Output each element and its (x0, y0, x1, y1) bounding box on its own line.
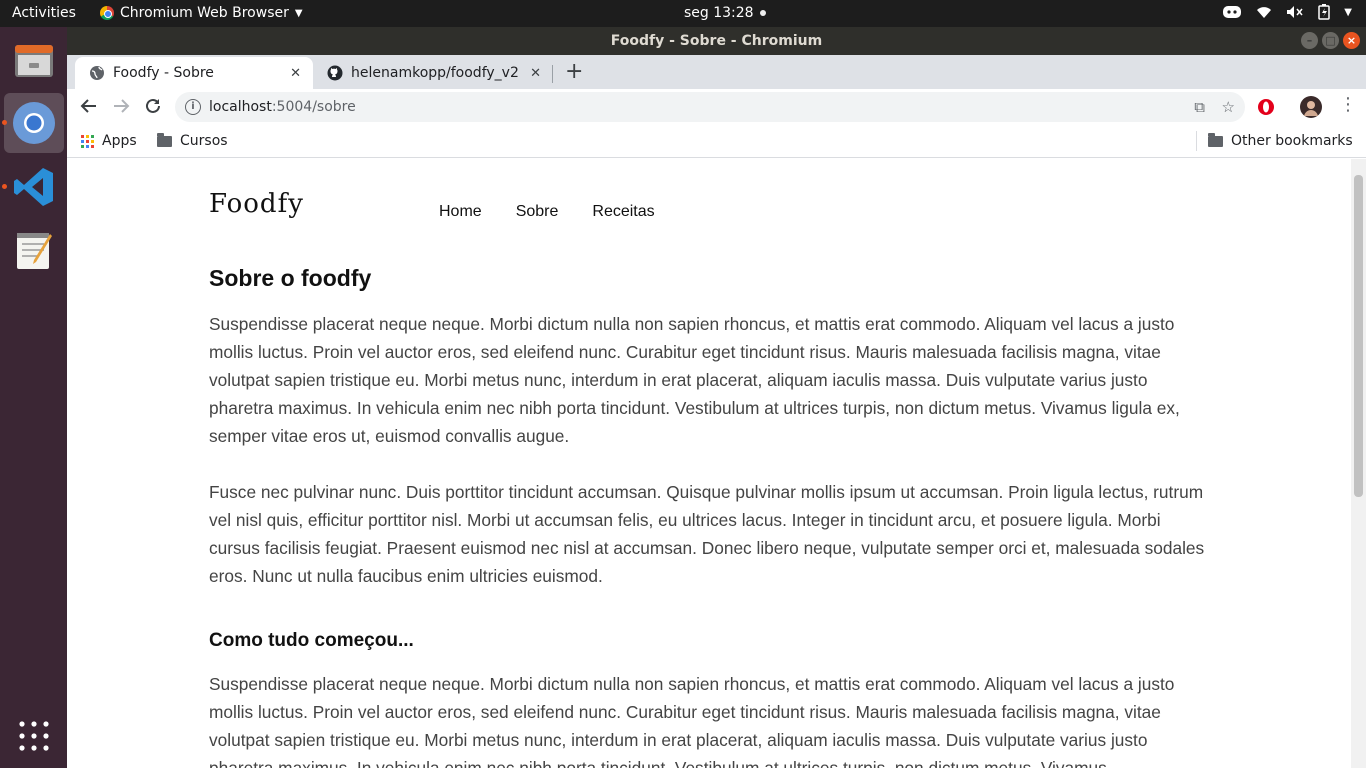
nav-link-home[interactable]: Home (439, 203, 482, 221)
dock-files[interactable] (4, 31, 64, 91)
kebab-menu-icon[interactable]: ⋮ (1339, 94, 1357, 115)
back-arrow-icon[interactable] (80, 97, 98, 115)
about-content: Sobre o foodfy Suspendisse placerat nequ… (209, 265, 1209, 768)
notification-dot-icon (759, 10, 766, 16)
site-logo[interactable]: Foodfy (209, 189, 304, 219)
activities-button[interactable]: Activities (12, 5, 76, 21)
tab-label: helenamkopp/foodfy_v2 (351, 65, 519, 81)
battery-charging-icon[interactable] (1318, 4, 1331, 20)
address-bar[interactable]: i localhost:5004/sobre ⧉ ☆ (175, 92, 1245, 122)
avatar[interactable] (1300, 96, 1322, 118)
page-viewport: Foodfy Home Sobre Receitas Sobre o foodf… (67, 159, 1366, 768)
bookmark-label: Apps (102, 133, 137, 149)
url-host: localhost (209, 99, 272, 115)
about-paragraph-1: Suspendisse placerat neque neque. Morbi … (209, 314, 1180, 446)
volume-muted-icon[interactable] (1286, 5, 1304, 19)
apps-grid-icon (81, 134, 94, 148)
chevron-down-icon: ▼ (294, 7, 303, 19)
clock[interactable]: seg 13:28 (684, 5, 766, 21)
window-title: Foodfy - Sobre - Chromium (610, 33, 823, 49)
folder-icon (157, 132, 172, 147)
section-subtitle: Como tudo começou... (209, 630, 414, 651)
bookmark-label: Cursos (180, 133, 228, 149)
ubuntu-dock (0, 27, 67, 768)
close-window-button[interactable]: × (1343, 32, 1360, 49)
site-nav: Home Sobre Receitas (439, 203, 655, 221)
folder-icon (1208, 132, 1223, 147)
maximize-button[interactable]: □ (1322, 32, 1339, 49)
tab-github-foodfy[interactable]: helenamkopp/foodfy_v2 ✕ (313, 57, 553, 89)
bookmark-cursos[interactable]: Cursos (157, 132, 228, 149)
dock-show-applications[interactable] (4, 706, 64, 766)
bookmark-star-icon[interactable]: ☆ (1222, 92, 1235, 122)
wifi-icon[interactable] (1256, 5, 1272, 19)
discord-icon[interactable] (1222, 4, 1242, 20)
bookmarks-bar: Apps Cursos Other bookmarks (67, 125, 1366, 158)
scrollbar-thumb[interactable] (1354, 175, 1363, 497)
tab-strip: Foodfy - Sobre ✕ helenamkopp/foodfy_v2 ✕… (67, 55, 1366, 89)
app-menu-label: Chromium Web Browser (120, 5, 289, 21)
globe-icon (90, 66, 104, 80)
app-menu[interactable]: Chromium Web Browser ▼ (100, 5, 303, 21)
page-scrollbar[interactable] (1351, 159, 1366, 768)
minimize-button[interactable]: – (1301, 32, 1318, 49)
page-title: Sobre o foodfy (209, 265, 372, 291)
running-indicator-icon (2, 184, 7, 189)
gnome-top-bar: Activities Chromium Web Browser ▼ seg 13… (0, 0, 1366, 27)
bookmark-label: Other bookmarks (1231, 133, 1353, 149)
chromium-icon (100, 6, 114, 20)
about-paragraph-2: Fusce nec pulvinar nunc. Duis porttitor … (209, 482, 1205, 586)
running-indicator-icon (2, 120, 7, 125)
dock-vscode[interactable] (4, 157, 64, 217)
nav-link-sobre[interactable]: Sobre (516, 203, 559, 221)
browser-toolbar: i localhost:5004/sobre ⧉ ☆ ⋮ (67, 89, 1366, 125)
dock-chromium[interactable] (4, 93, 64, 153)
system-tray[interactable]: ▼ (1222, 4, 1352, 20)
vscode-icon (14, 168, 53, 206)
tab-foodfy-sobre[interactable]: Foodfy - Sobre ✕ (75, 57, 313, 89)
new-tab-button[interactable]: + (565, 61, 583, 83)
bookmarks-divider (1196, 131, 1197, 151)
url-path: :5004/sobre (271, 99, 356, 115)
window-title-bar[interactable]: Foodfy - Sobre - Chromium – □ × (67, 27, 1366, 55)
bookmark-other[interactable]: Other bookmarks (1208, 132, 1353, 149)
nav-link-receitas[interactable]: Receitas (592, 203, 654, 221)
files-icon (15, 45, 53, 77)
tab-label: Foodfy - Sobre (113, 65, 214, 81)
text-editor-icon (17, 233, 52, 269)
chromium-icon (13, 102, 55, 144)
tab-close-icon[interactable]: ✕ (530, 66, 541, 81)
tab-close-icon[interactable]: ✕ (290, 66, 301, 81)
system-menu-chevron-icon[interactable]: ▼ (1344, 7, 1352, 18)
clock-label: seg 13:28 (684, 5, 754, 21)
dock-text-editor[interactable] (4, 220, 64, 280)
site-header: Foodfy (209, 189, 304, 219)
opera-extension-icon[interactable] (1257, 98, 1275, 116)
about-paragraph-3: Suspendisse placerat neque neque. Morbi … (209, 674, 1175, 768)
show-applications-icon (19, 721, 49, 751)
reload-icon[interactable] (144, 97, 162, 115)
forward-arrow-icon[interactable] (112, 97, 130, 115)
github-icon (327, 65, 343, 81)
tab-separator (552, 65, 553, 83)
translate-icon[interactable]: ⧉ (1194, 92, 1205, 122)
site-info-icon[interactable]: i (185, 99, 201, 115)
bookmark-apps[interactable]: Apps (81, 133, 137, 149)
